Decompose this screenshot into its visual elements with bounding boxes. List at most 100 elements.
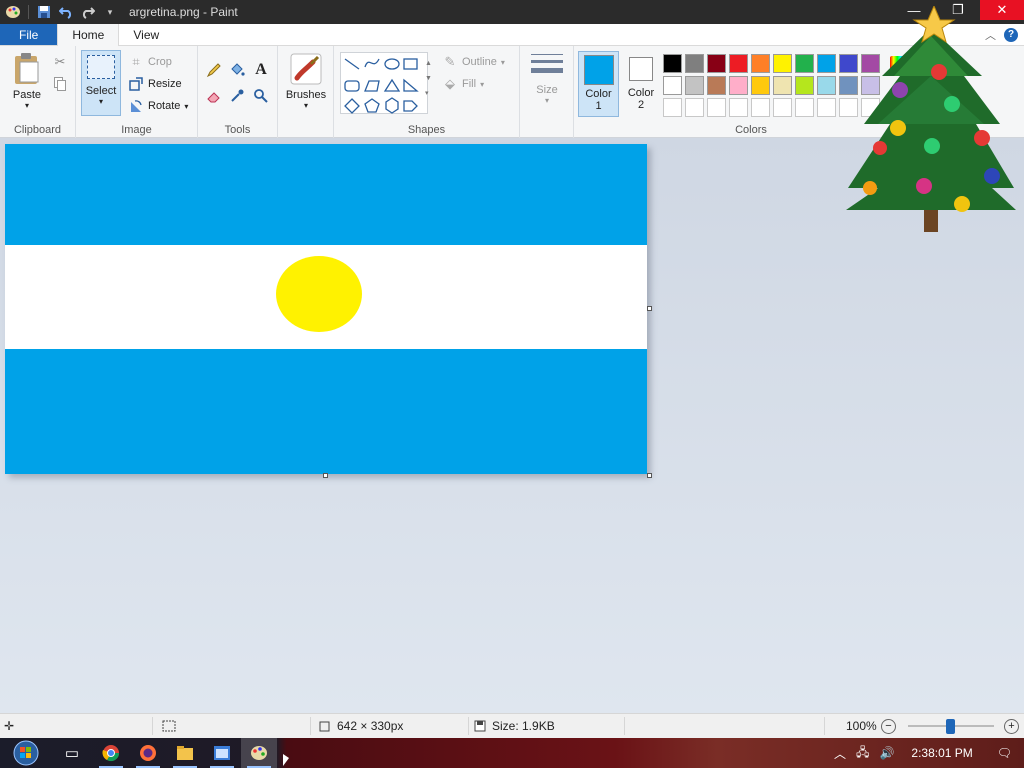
paste-label: Paste: [12, 89, 42, 101]
tab-file[interactable]: File: [0, 24, 58, 45]
image-dimensions-text: 642 × 330px: [337, 719, 404, 733]
fill-bucket-icon[interactable]: [229, 62, 245, 78]
rotate-icon: [128, 98, 144, 114]
task-view-icon[interactable]: ▭: [54, 738, 90, 768]
palette-swatch[interactable]: [663, 76, 682, 95]
palette-swatch[interactable]: [751, 54, 770, 73]
zoom-out-button[interactable]: −: [881, 714, 896, 738]
volume-icon[interactable]: 🔊: [874, 746, 899, 760]
palette-swatch[interactable]: [795, 76, 814, 95]
palette-swatch[interactable]: [817, 76, 836, 95]
custom-color-slot[interactable]: [729, 98, 748, 117]
shapes-scroll-arrows[interactable]: ▲ ▼ ▾: [425, 56, 432, 101]
network-icon[interactable]: 🖧: [851, 743, 874, 764]
show-hidden-icons-icon[interactable]: ︿: [829, 745, 851, 762]
custom-color-slot[interactable]: [663, 98, 682, 117]
palette-swatch[interactable]: [729, 76, 748, 95]
resize-label: Resize: [148, 78, 182, 90]
select-button[interactable]: Select ▾: [81, 50, 121, 116]
firefox-taskbar-icon[interactable]: [130, 738, 166, 768]
tab-home[interactable]: Home: [57, 24, 120, 46]
save-icon[interactable]: [35, 3, 53, 21]
size-dropdown-icon: ▾: [544, 96, 549, 105]
pencil-icon[interactable]: [206, 62, 222, 78]
taskbar: ▭ ︿ 🖧 🔊 2:38:01 PM 🗨: [0, 738, 1024, 768]
palette-swatch[interactable]: [751, 76, 770, 95]
clock[interactable]: 2:38:01 PM: [899, 746, 984, 760]
custom-color-slot[interactable]: [751, 98, 770, 117]
eraser-icon[interactable]: [206, 88, 222, 104]
brushes-dropdown-icon: ▾: [303, 101, 308, 110]
magnifier-icon[interactable]: [253, 88, 269, 104]
color-picker-icon[interactable]: [229, 88, 245, 104]
palette-swatch[interactable]: [707, 76, 726, 95]
brushes-label: Brushes: [285, 89, 327, 101]
resize-handle-corner[interactable]: [647, 473, 652, 478]
rotate-button[interactable]: Rotate ▾: [128, 98, 188, 114]
shapes-gallery[interactable]: [340, 52, 428, 114]
outline-button[interactable]: ✎ Outline ▾: [442, 54, 505, 70]
color2-label-b: 2: [637, 99, 645, 111]
resize-handle-right[interactable]: [647, 306, 652, 311]
palette-swatch[interactable]: [773, 76, 792, 95]
size-label: Size: [536, 84, 558, 96]
palette-swatch[interactable]: [663, 54, 682, 73]
flag-top-stripe: [5, 144, 647, 245]
color1-label-a: Color: [585, 88, 612, 100]
status-bar: ✛ 642 × 330px Size: 1.9KB 100% − +: [0, 713, 1024, 738]
resize-handle-bottom[interactable]: [323, 473, 328, 478]
custom-color-slot[interactable]: [795, 98, 814, 117]
resize-button[interactable]: Resize: [128, 76, 182, 92]
chrome-taskbar-icon[interactable]: [93, 738, 129, 768]
palette-swatch[interactable]: [729, 54, 748, 73]
zoom-in-button[interactable]: +: [1004, 714, 1019, 738]
custom-color-slot[interactable]: [773, 98, 792, 117]
image-canvas[interactable]: [5, 144, 647, 474]
size-button[interactable]: Size ▾: [528, 54, 566, 105]
paint-app-icon[interactable]: [4, 3, 22, 21]
undo-icon[interactable]: [57, 3, 75, 21]
palette-swatch[interactable]: [817, 54, 836, 73]
window-taskbar-icon[interactable]: [204, 738, 240, 768]
custom-color-slot[interactable]: [685, 98, 704, 117]
crop-button[interactable]: ⌗ Crop: [128, 54, 172, 70]
zoom-level: 100%: [846, 719, 877, 733]
copy-icon[interactable]: [52, 76, 68, 92]
action-center-icon[interactable]: 🗨: [985, 746, 1024, 760]
custom-color-slot[interactable]: [707, 98, 726, 117]
fill-label: Fill: [462, 78, 477, 90]
crop-icon: ⌗: [132, 54, 140, 69]
image-group: Select ▾ ⌗ Crop Resize Rotate ▾ Image: [76, 46, 198, 138]
customize-toolbar-chevron-icon[interactable]: ▾: [101, 3, 119, 21]
color2-swatch: [629, 57, 653, 81]
separator: [824, 717, 825, 735]
zoom-slider-thumb[interactable]: [946, 719, 955, 734]
paste-icon: [15, 53, 39, 84]
shapes-gallery-icons: [344, 58, 419, 114]
redo-icon[interactable]: [79, 3, 97, 21]
start-button[interactable]: [6, 739, 46, 767]
palette-swatch[interactable]: [685, 54, 704, 73]
paint-taskbar-icon[interactable]: [241, 738, 277, 768]
palette-swatch[interactable]: [707, 54, 726, 73]
file-size-text: Size: 1.9KB: [492, 719, 555, 733]
tab-view[interactable]: View: [119, 24, 173, 45]
paste-dropdown-icon: ▾: [24, 101, 29, 110]
brushes-button[interactable]: Brushes ▾: [284, 52, 328, 110]
color1-button[interactable]: Color 1: [578, 51, 619, 117]
outline-label: Outline: [462, 56, 497, 68]
outline-icon: ✎: [444, 54, 456, 69]
fill-button[interactable]: ⬙ Fill ▾: [442, 76, 484, 92]
palette-swatch[interactable]: [795, 54, 814, 73]
clipboard-group-label: Clipboard: [13, 124, 62, 136]
color1-swatch: [583, 55, 614, 85]
custom-color-slot[interactable]: [817, 98, 836, 117]
brushes-group: Brushes ▾: [278, 46, 334, 138]
cut-icon[interactable]: ✂: [52, 54, 68, 70]
palette-swatch[interactable]: [685, 76, 704, 95]
color2-button[interactable]: Color 2: [622, 54, 660, 111]
paste-button[interactable]: Paste ▾: [8, 52, 46, 110]
palette-swatch[interactable]: [773, 54, 792, 73]
file-explorer-taskbar-icon[interactable]: [167, 738, 203, 768]
text-tool-icon[interactable]: A: [253, 61, 269, 78]
